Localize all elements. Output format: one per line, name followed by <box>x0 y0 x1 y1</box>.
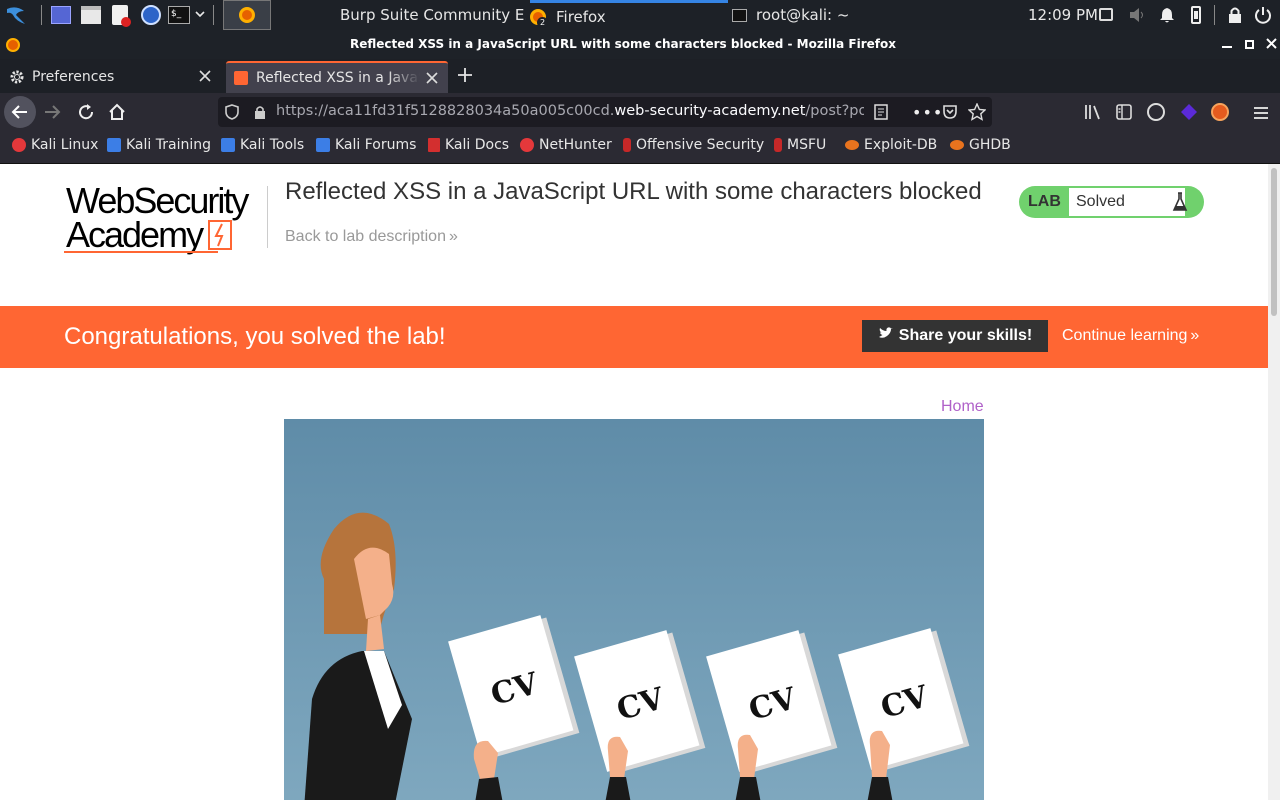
task-terminal[interactable]: root@kali: ~ <box>732 0 912 30</box>
lock-icon[interactable] <box>1227 6 1243 28</box>
firefox-icon: 2 <box>530 8 548 28</box>
exploit-db-icon <box>845 140 859 150</box>
bookmark-star-icon[interactable] <box>967 102 987 125</box>
firefox-icon <box>239 7 255 23</box>
clock[interactable]: 12:09 PM <box>1028 6 1098 24</box>
text-editor-icon[interactable] <box>112 5 131 27</box>
continue-learning-link[interactable]: Continue learning» <box>1062 327 1199 345</box>
lightning-icon <box>208 220 233 250</box>
workspace-icon[interactable] <box>51 6 71 24</box>
reader-view-icon[interactable] <box>874 104 888 124</box>
lab-favicon <box>234 71 248 85</box>
new-tab-button[interactable] <box>457 67 473 87</box>
volume-muted-icon[interactable] <box>1128 7 1146 27</box>
msfu-icon <box>774 138 782 152</box>
bookmark-exploit-db[interactable]: Exploit-DB <box>845 137 937 153</box>
bookmark-msfu[interactable]: MSFU <box>774 137 826 153</box>
bookmark-kali-forums[interactable]: Kali Forums <box>316 137 416 153</box>
lab-title: Reflected XSS in a JavaScript URL with s… <box>285 178 982 205</box>
logo-underline <box>64 251 218 253</box>
cv-illustration: CV CV CV CV <box>284 419 984 800</box>
close-tab-icon[interactable] <box>199 70 211 86</box>
twitter-icon <box>878 327 893 345</box>
window-titlebar[interactable]: Reflected XSS in a JavaScript URL with s… <box>0 30 1280 59</box>
display-icon[interactable] <box>1099 8 1113 21</box>
terminal-icon <box>732 8 747 22</box>
page-scrollbar[interactable] <box>1268 164 1280 800</box>
forward-button[interactable] <box>42 102 62 126</box>
task-firefox-active[interactable] <box>223 0 271 30</box>
share-skills-button[interactable]: Share your skills! <box>862 320 1048 352</box>
double-chevron-icon: » <box>448 228 458 245</box>
bookmark-kali-docs[interactable]: Kali Docs <box>428 137 509 153</box>
flask-icon <box>1172 192 1188 216</box>
bookmark-kali-linux[interactable]: Kali Linux <box>12 137 98 153</box>
gear-icon <box>9 69 25 85</box>
notification-bell-icon[interactable] <box>1159 6 1175 28</box>
terminal-icon[interactable]: $_ <box>168 6 190 24</box>
banner-message: Congratulations, you solved the lab! <box>64 323 446 350</box>
sidebar-icon[interactable] <box>1116 104 1132 124</box>
file-manager-icon[interactable] <box>81 6 101 24</box>
close-tab-icon[interactable] <box>426 72 438 88</box>
tab-active-lab[interactable]: Reflected XSS in a JavaScript URL with s… <box>226 61 448 93</box>
navigation-toolbar: https://aca11fd31f5128828034a50a005c00cd… <box>0 93 1280 131</box>
chevron-down-icon[interactable] <box>194 7 206 21</box>
scrollbar-thumb[interactable] <box>1271 168 1277 316</box>
tab-bar: Preferences Reflected XSS in a JavaScrip… <box>0 59 1280 93</box>
window-title: Reflected XSS in a JavaScript URL with s… <box>349 37 897 51</box>
task-firefox[interactable]: 2 Firefox <box>530 0 728 30</box>
kali-forums-icon <box>316 138 330 152</box>
close-window-button[interactable] <box>1266 38 1277 52</box>
nethunter-icon <box>520 138 534 152</box>
account-icon[interactable] <box>1147 103 1165 121</box>
offsec-icon <box>623 138 631 152</box>
minimize-button[interactable] <box>1222 46 1232 48</box>
url-bar[interactable]: https://aca11fd31f5128828034a50a005c00cd… <box>218 97 992 127</box>
padlock-icon[interactable] <box>254 105 266 123</box>
hamburger-menu-icon[interactable] <box>1253 105 1269 124</box>
solved-banner: Congratulations, you solved the lab! Sha… <box>0 306 1268 368</box>
lab-status: Solved <box>1076 193 1125 210</box>
window-count-badge: 2 <box>537 16 548 28</box>
double-chevron-icon: » <box>1190 327 1200 344</box>
more-actions-icon[interactable]: ••• <box>912 103 943 122</box>
tracking-shield-icon[interactable] <box>225 104 239 124</box>
extension-icon[interactable] <box>1180 103 1198 125</box>
bookmark-ghdb[interactable]: GHDB <box>950 137 1011 153</box>
url-text[interactable]: https://aca11fd31f5128828034a50a005c00cd… <box>276 103 864 119</box>
pocket-icon[interactable] <box>942 104 958 124</box>
kali-icon <box>12 138 26 152</box>
lab-status-widget: LAB Solved <box>1019 186 1204 218</box>
kali-docs-icon <box>428 138 440 152</box>
bookmark-kali-tools[interactable]: Kali Tools <box>221 137 304 153</box>
bookmark-kali-training[interactable]: Kali Training <box>107 137 211 153</box>
kali-tools-icon <box>221 138 235 152</box>
web-page: WebSecurity Academy Reflected XSS in a J… <box>0 164 1268 800</box>
back-to-lab-description-link[interactable]: Back to lab description» <box>285 228 458 246</box>
header-divider <box>267 186 268 248</box>
kali-training-icon <box>107 138 121 152</box>
tab-preferences[interactable]: Preferences <box>0 61 224 93</box>
library-icon[interactable] <box>1084 104 1102 124</box>
taskbar: $_ Burp Suite Community E... 2 Firefox r… <box>0 0 1280 30</box>
home-button[interactable] <box>107 102 127 126</box>
lab-badge: LAB <box>1028 193 1061 210</box>
foxyproxy-icon[interactable] <box>1211 103 1229 121</box>
home-link[interactable]: Home <box>941 398 984 416</box>
battery-icon[interactable] <box>1191 6 1201 24</box>
kali-menu-icon[interactable] <box>4 3 28 27</box>
browser-icon[interactable] <box>141 5 161 25</box>
ghdb-icon <box>950 140 964 150</box>
bookmarks-toolbar: Kali Linux Kali Training Kali Tools Kali… <box>0 131 1280 164</box>
academy-logo[interactable]: WebSecurity Academy <box>64 183 266 256</box>
maximize-button[interactable] <box>1245 40 1254 49</box>
power-icon[interactable] <box>1254 6 1272 28</box>
task-burp-suite[interactable]: Burp Suite Community E... <box>330 0 526 30</box>
reload-button[interactable] <box>76 102 96 126</box>
back-button[interactable] <box>4 96 36 128</box>
post-image: CV CV CV CV <box>284 419 984 800</box>
bookmark-offensive-security[interactable]: Offensive Security <box>623 137 764 153</box>
bookmark-nethunter[interactable]: NetHunter <box>520 137 612 153</box>
